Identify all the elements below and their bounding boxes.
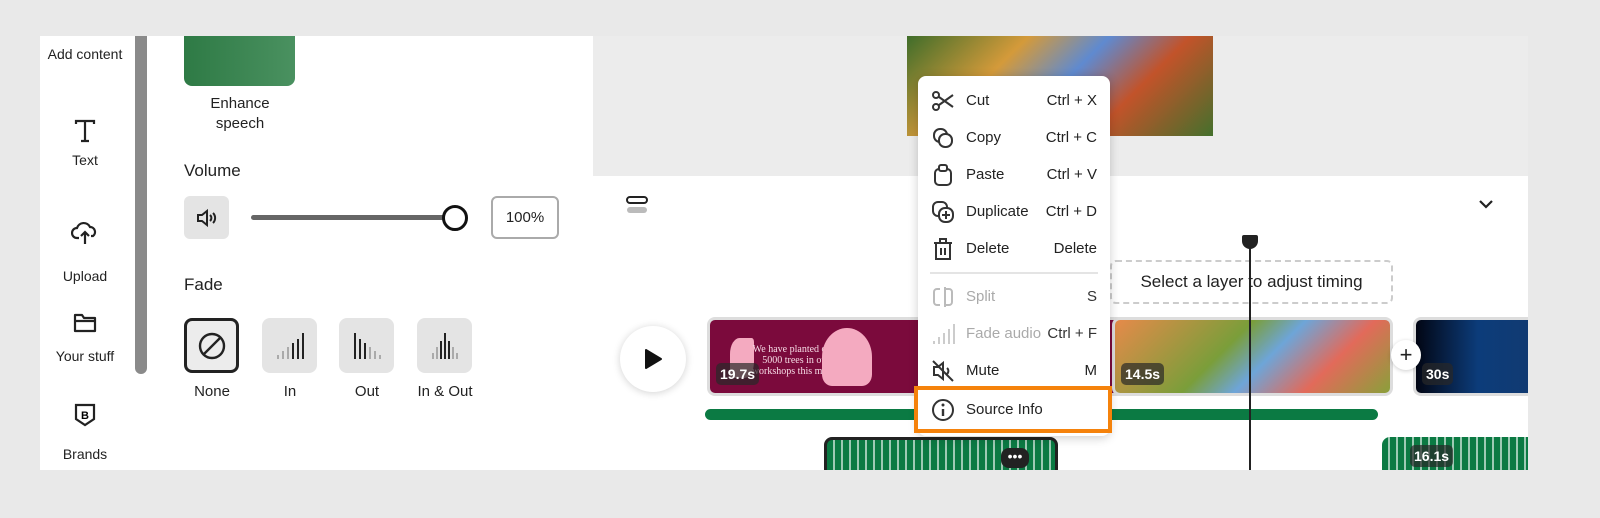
plus-icon: + <box>1399 342 1413 367</box>
scissors-icon <box>930 88 956 114</box>
upload-cloud-icon <box>71 221 97 244</box>
rail-your-stuff[interactable]: Your stuff <box>40 310 130 364</box>
menu-item-duplicate[interactable]: Duplicate Ctrl + D <box>918 193 1110 230</box>
duplicate-icon <box>930 199 956 225</box>
fade-in-button[interactable] <box>262 318 317 373</box>
mute-icon <box>930 358 956 384</box>
menu-label: Duplicate <box>966 203 1029 220</box>
rail-add-content[interactable]: Add content <box>40 46 130 62</box>
rail-label: Text <box>72 152 98 168</box>
trash-icon <box>930 236 956 262</box>
enhance-speech-thumbnail[interactable] <box>184 36 295 86</box>
fade-out-icon <box>353 332 381 359</box>
timing-hint: Select a layer to adjust timing <box>1110 260 1393 304</box>
menu-item-mute[interactable]: Mute M <box>918 352 1110 389</box>
fade-label: None <box>194 383 230 400</box>
audio-properties-panel: Enhance speech Volume 100% Fade None In … <box>150 36 593 470</box>
folder-icon <box>73 313 97 333</box>
fade-label: Out <box>354 383 380 400</box>
panel-scrollbar[interactable] <box>135 36 147 374</box>
playhead[interactable] <box>1249 235 1251 470</box>
rail-label: Brands <box>62 446 108 462</box>
mute-toggle-button[interactable] <box>184 196 229 239</box>
source-info-highlight <box>914 386 1112 433</box>
volume-slider[interactable] <box>251 215 453 220</box>
fade-in-icon <box>276 332 304 359</box>
context-menu: Cut Ctrl + X Copy Ctrl + C Paste Ctrl + V D… <box>918 76 1110 436</box>
fade-title: Fade <box>184 275 223 294</box>
menu-item-paste[interactable]: Paste Ctrl + V <box>918 156 1110 193</box>
text-icon <box>74 119 96 143</box>
rail-text[interactable]: Text <box>40 118 130 168</box>
fade-in-out-button[interactable] <box>417 318 472 373</box>
layers-icon[interactable] <box>625 196 651 214</box>
menu-label: Cut <box>966 92 990 109</box>
menu-shortcut: Ctrl + X <box>1046 92 1097 109</box>
enhance-speech-label: Enhance speech <box>210 95 270 132</box>
menu-shortcut: Ctrl + D <box>1045 203 1097 220</box>
menu-item-split: Split S <box>918 278 1110 315</box>
editor-window: Add content Text Upload Your stuff B Bra… <box>40 36 1528 470</box>
play-button[interactable] <box>620 326 686 392</box>
fade-label: In <box>283 383 297 400</box>
menu-item-copy[interactable]: Copy Ctrl + C <box>918 119 1110 156</box>
menu-shortcut: M <box>1084 362 1098 379</box>
audio-clip[interactable]: 16.1s <box>1382 437 1528 470</box>
chevron-down-icon[interactable] <box>1478 198 1494 210</box>
menu-item-fade-audio: Fade audio Ctrl + F <box>918 315 1110 352</box>
timeline-clip-waveform[interactable]: 30s <box>1413 317 1528 396</box>
volume-title: Volume <box>184 161 241 180</box>
menu-shortcut: Ctrl + F <box>1047 325 1097 342</box>
volume-slider-thumb[interactable] <box>442 205 468 231</box>
fade-out-button[interactable] <box>339 318 394 373</box>
fade-none-button[interactable] <box>184 318 239 373</box>
svg-text:B: B <box>81 410 89 422</box>
menu-label: Split <box>966 288 996 305</box>
menu-divider <box>930 272 1098 274</box>
fade-in-out-icon <box>431 332 458 359</box>
fade-audio-icon <box>930 321 956 347</box>
clip-duration: 19.7s <box>716 363 760 385</box>
volume-value-input[interactable]: 100% <box>491 196 559 239</box>
menu-label: Mute <box>966 362 1000 379</box>
copy-icon <box>930 125 956 151</box>
more-options-icon[interactable]: ••• <box>1001 448 1029 468</box>
clip-duration: 16.1s <box>1410 445 1454 467</box>
speaker-icon <box>196 208 216 227</box>
clipboard-icon <box>930 162 956 188</box>
menu-shortcut: Ctrl + V <box>1046 166 1097 183</box>
menu-shortcut: Ctrl + C <box>1045 129 1097 146</box>
menu-label: Paste <box>966 166 1005 183</box>
rail-label: Your stuff <box>55 348 115 364</box>
play-icon <box>645 349 662 369</box>
rail-brands[interactable]: B Brands <box>40 402 130 462</box>
timeline-clip-trees[interactable]: 14.5s <box>1112 317 1393 396</box>
clip-duration: 14.5s <box>1121 363 1165 385</box>
clip-duration: 30s <box>1422 363 1454 385</box>
rail-label: Add content <box>47 46 123 62</box>
rail-label: Upload <box>62 268 108 284</box>
split-icon <box>930 284 956 310</box>
menu-item-delete[interactable]: Delete Delete <box>918 230 1110 267</box>
fade-label: In & Out <box>417 383 473 400</box>
rail-upload[interactable]: Upload <box>40 220 130 284</box>
menu-label: Fade audio <box>966 325 1042 342</box>
menu-label: Copy <box>966 129 1002 146</box>
menu-shortcut: S <box>1086 288 1097 305</box>
menu-item-cut[interactable]: Cut Ctrl + X <box>918 82 1110 119</box>
none-icon <box>198 332 225 359</box>
audio-clip-selected[interactable]: ••• <box>824 437 1058 470</box>
menu-label: Delete <box>966 240 1010 257</box>
brand-icon: B <box>74 403 96 427</box>
menu-shortcut: Delete <box>1053 240 1097 257</box>
add-clip-button[interactable]: + <box>1391 340 1421 370</box>
